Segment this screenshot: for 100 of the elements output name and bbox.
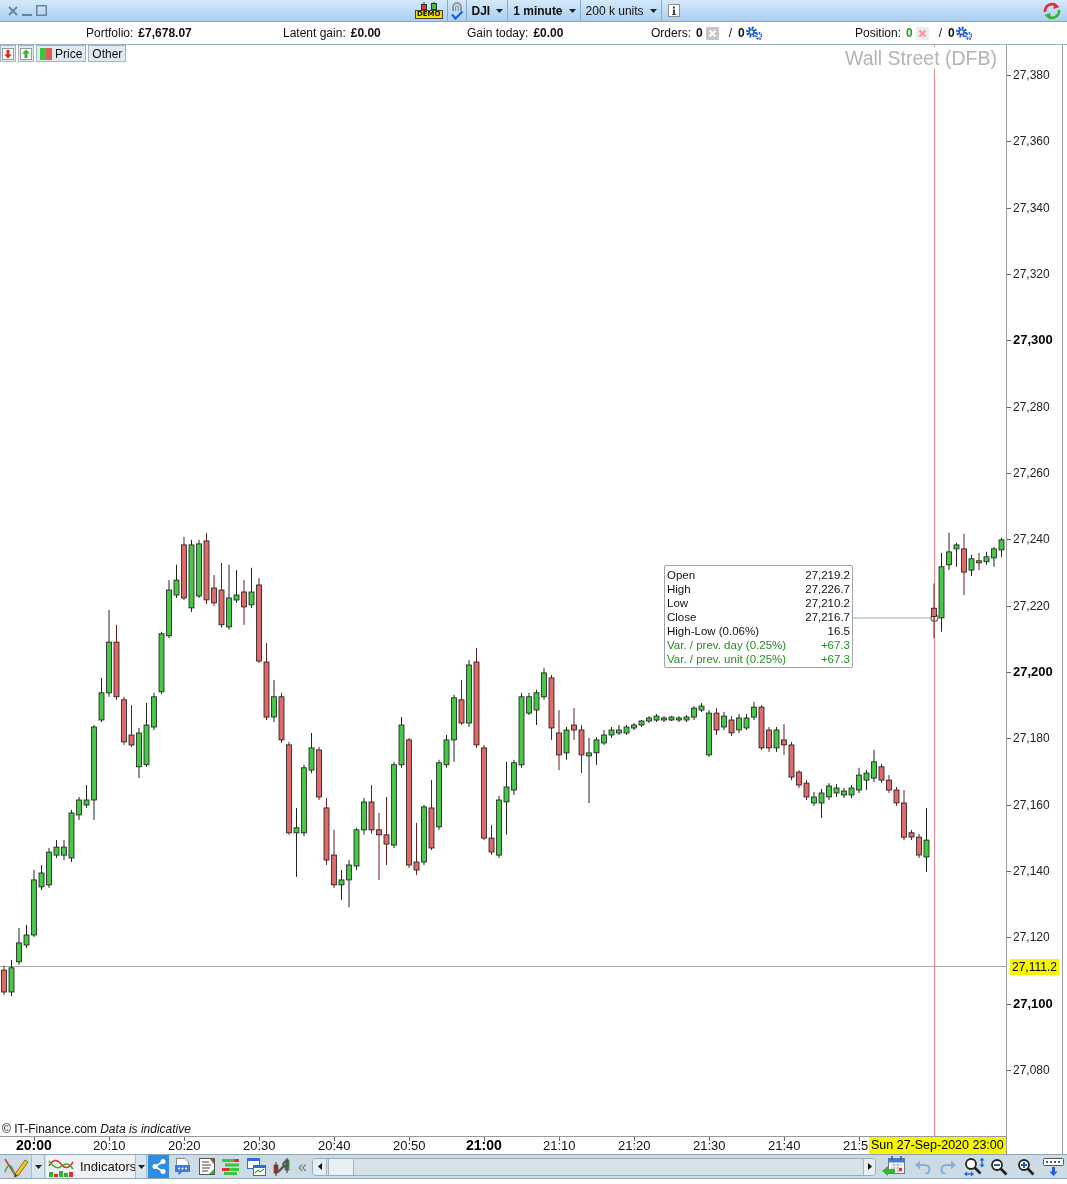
bar-chart-icon[interactable]	[222, 1158, 240, 1175]
down-arrow-icon	[2, 47, 14, 60]
zoom-in-icon[interactable]	[1017, 1157, 1035, 1176]
price-axis-label: 27,340	[1013, 199, 1050, 216]
gears-icon[interactable]	[954, 26, 972, 40]
time-axis-label: 20:20	[168, 1137, 201, 1154]
instrument-dropdown[interactable]: DJI	[465, 0, 508, 21]
caret-icon	[649, 8, 657, 13]
scroll-left-button[interactable]	[313, 1158, 327, 1175]
price-axis-label: 27,120	[1013, 929, 1050, 946]
up-arrow-icon	[20, 47, 32, 60]
figure-value: £0.00	[533, 26, 564, 40]
tooltip-value: 27,219.2	[805, 568, 850, 582]
tooltip-value: 16.5	[826, 624, 850, 638]
price-axis-label: 27,380	[1013, 66, 1050, 83]
share-icon	[151, 1159, 166, 1174]
tooltip-label: Open	[667, 568, 697, 582]
price-axis-label: 27,080	[1013, 1062, 1050, 1078]
time-axis-label: 20:30	[243, 1137, 276, 1154]
keyboard-down-icon[interactable]	[1043, 1157, 1064, 1176]
position-label: Position:	[855, 26, 902, 40]
horizontal-scrollbar[interactable]	[312, 1157, 876, 1176]
right-arrow-icon	[867, 1163, 872, 1170]
time-axis-label: 21:30	[693, 1137, 726, 1154]
chart-tab[interactable]: Other	[88, 45, 127, 62]
trade-size-dropdown[interactable]: 200 k units	[579, 0, 661, 21]
position-pending-count: 0	[948, 26, 955, 40]
time-axis-label: 20:40	[318, 1137, 351, 1154]
info-icon[interactable]	[667, 4, 680, 17]
zoom-fit-icon[interactable]	[964, 1156, 985, 1177]
interval-dropdown[interactable]: 1 minute	[507, 0, 580, 21]
price-axis-label: 27,300	[1013, 332, 1053, 349]
figure-label: Latent gain:	[283, 26, 346, 40]
tooltip-value: 27,210.2	[805, 596, 850, 610]
close-icon[interactable]	[8, 5, 18, 16]
time-axis-label: 21:20	[618, 1137, 651, 1154]
tooltip-label: High-Low (0.06%)	[667, 624, 761, 638]
dropdown-button[interactable]	[31, 1155, 45, 1178]
source-note: © IT-Finance.com Data is indicative	[2, 1122, 191, 1136]
current-price-label: 27,111.2	[1010, 958, 1059, 975]
price-axis-label: 27,140	[1013, 862, 1050, 879]
price-tab[interactable]: Price	[36, 45, 87, 62]
tooltip-label: Var. / prev. unit (0.25%)	[667, 652, 788, 666]
tooltip-label: Var. / prev. day (0.25%)	[667, 638, 788, 652]
indicators-button[interactable]: Indicators	[46, 1155, 135, 1178]
caret-icon	[34, 1164, 42, 1169]
time-axis-label: 20:50	[393, 1137, 426, 1154]
gears-icon[interactable]	[744, 26, 762, 40]
time-axis-label: 21:10	[543, 1137, 576, 1154]
report-icon[interactable]	[198, 1158, 216, 1175]
time-axis-label: 20:10	[93, 1137, 126, 1154]
left-arrow-icon	[317, 1163, 322, 1170]
connection-check-icon[interactable]	[449, 1, 464, 20]
price-axis-label: 27,320	[1013, 265, 1050, 282]
time-axis-label: 21:00	[466, 1137, 502, 1154]
price-axis-label: 27,200	[1013, 663, 1053, 680]
price-axis-label: 27,180	[1013, 730, 1050, 747]
figure-value: £7,678.07	[138, 26, 192, 40]
calendar-arrow-icon[interactable]	[882, 1155, 906, 1178]
windows-icon[interactable]	[247, 1157, 266, 1176]
position-separator: /	[938, 26, 943, 40]
chat-document-icon[interactable]	[174, 1157, 191, 1176]
refresh-icon[interactable]	[1042, 1, 1062, 20]
tooltip-value: +67.3	[819, 638, 850, 652]
price-axis-label: 27,100	[1013, 995, 1053, 1012]
price-axis-label: 27,260	[1013, 464, 1050, 481]
tooltip-label: Low	[667, 596, 690, 610]
caret-icon	[496, 8, 504, 13]
down-arrow-button[interactable]	[0, 45, 16, 62]
price-axis-label: 27,360	[1013, 133, 1050, 150]
orders-separator: /	[728, 26, 733, 40]
caret-icon	[137, 1164, 145, 1169]
scroll-thumb[interactable]	[328, 1158, 354, 1175]
price-axis-label: 27,240	[1013, 531, 1050, 548]
candles-icon	[418, 2, 439, 10]
price-axis-label: 27,160	[1013, 796, 1050, 813]
figure-value: £0.00	[350, 26, 381, 40]
time-axis-label: 20:00	[16, 1137, 52, 1154]
up-arrow-button[interactable]	[18, 45, 34, 62]
tooltip-value: 27,216.7	[805, 610, 850, 624]
orders-count: 0	[696, 26, 703, 40]
cursor-time-label: Sun 27-Sep-2020 23:00	[869, 1137, 1006, 1154]
instrument-name: Wall Street (DFB)	[844, 47, 997, 69]
figure-label: Gain today:	[467, 26, 529, 40]
maximize-icon[interactable]	[36, 5, 47, 16]
tooltip-label: Close	[667, 610, 698, 624]
candle-colors-icon	[40, 47, 52, 60]
price-axis-label: 27,220	[1013, 597, 1050, 614]
price-axis-label: 27,280	[1013, 398, 1050, 415]
orders-label: Orders:	[651, 26, 691, 40]
zoom-out-icon[interactable]	[990, 1157, 1008, 1176]
caret-icon	[568, 8, 576, 13]
dropdown-button[interactable]	[135, 1155, 147, 1178]
position-count: 0	[906, 26, 913, 40]
candle-wrench-icon[interactable]	[273, 1157, 291, 1176]
figure-label: Portfolio:	[86, 26, 134, 40]
tooltip-value: +67.3	[819, 652, 850, 666]
scroll-right-button[interactable]	[863, 1158, 875, 1175]
tooltip-label: High	[667, 582, 692, 596]
orders-pending-count: 0	[738, 26, 745, 40]
